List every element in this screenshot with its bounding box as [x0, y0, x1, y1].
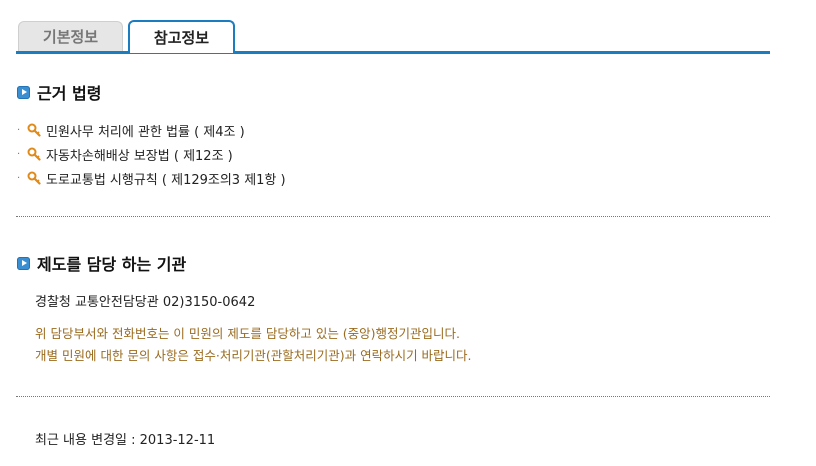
law-link[interactable]: 자동차손해배상 보장법 ( 제12조 ) [46, 145, 233, 164]
section-title-agency: 제도를 담당 하는 기관 [17, 251, 186, 275]
bullet-icon: · [17, 148, 21, 160]
tab-reference-info[interactable]: 참고정보 [128, 20, 235, 53]
law-list: · 민원사무 처리에 관한 법률 ( 제4조 ) · 자동차손해배상 보장법 (… [17, 118, 286, 190]
list-item: · 민원사무 처리에 관한 법률 ( 제4조 ) [17, 118, 286, 142]
list-item: · 도로교통법 시행규칙 ( 제129조의3 제1항 ) [17, 166, 286, 190]
agency-note-line2: 개별 민원에 대한 문의 사항은 접수·처리기관(관할처리기관)과 연락하시기 … [35, 348, 472, 363]
key-icon [27, 147, 41, 161]
agency-contact: 경찰청 교통안전담당관 02)3150-0642 [35, 295, 256, 310]
tab-bar: 기본정보 참고정보 [16, 20, 770, 55]
tab-basic-info[interactable]: 기본정보 [18, 21, 123, 51]
key-icon [27, 171, 41, 185]
section-divider [16, 216, 770, 217]
last-updated: 최근 내용 변경일 : 2013-12-11 [35, 433, 216, 448]
bullet-icon: · [17, 172, 21, 184]
play-arrow-icon [17, 85, 30, 99]
agency-note-line1: 위 담당부서와 전화번호는 이 민원의 제도를 담당하고 있는 (중앙)행정기관… [35, 326, 461, 341]
section-title-legal-basis: 근거 법령 [17, 80, 101, 104]
agency-title: 제도를 담당 하는 기관 [37, 255, 187, 274]
law-link[interactable]: 도로교통법 시행규칙 ( 제129조의3 제1항 ) [46, 169, 286, 188]
law-link[interactable]: 민원사무 처리에 관한 법률 ( 제4조 ) [46, 121, 245, 140]
list-item: · 자동차손해배상 보장법 ( 제12조 ) [17, 142, 286, 166]
legal-basis-title: 근거 법령 [37, 84, 102, 103]
section-divider [16, 396, 770, 397]
bullet-icon: · [17, 124, 21, 136]
key-icon [27, 123, 41, 137]
play-arrow-icon [17, 256, 30, 270]
